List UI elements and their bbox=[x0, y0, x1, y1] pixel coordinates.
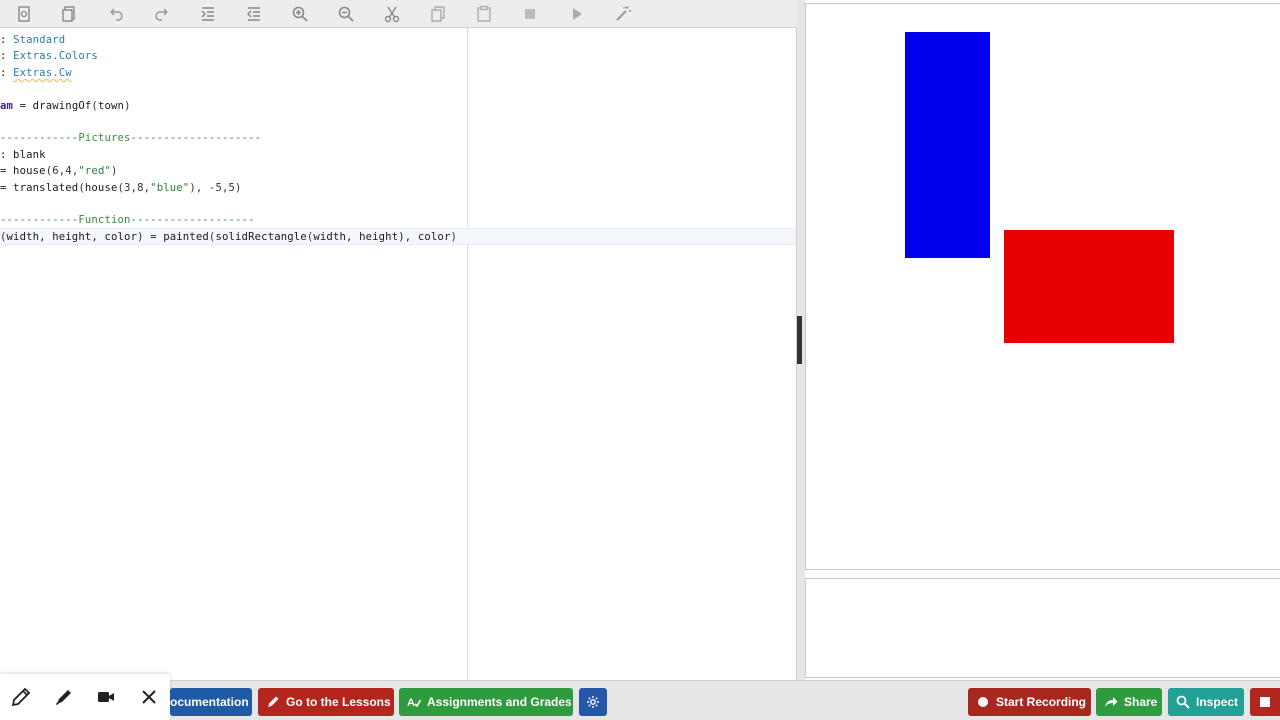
start-recording-label: Start Recording bbox=[996, 695, 1087, 709]
code-line: : Extras.Cw bbox=[0, 65, 72, 82]
code-editor[interactable]: : Standard: Extras.Colors: Extras.Cw am =… bbox=[0, 28, 797, 680]
video-camera-icon bbox=[98, 692, 115, 702]
code-token: ), -5,5) bbox=[189, 181, 242, 194]
grade-check-icon: A bbox=[407, 697, 421, 709]
code-token: solidRectangle bbox=[215, 230, 307, 243]
highlighter-icon bbox=[55, 690, 71, 705]
output-canvas bbox=[805, 3, 1280, 570]
stop-icon[interactable] bbox=[518, 3, 542, 25]
code-token: town bbox=[97, 99, 125, 112]
code-token: 6,4, bbox=[52, 165, 79, 178]
gear-icon bbox=[587, 696, 599, 708]
code-line: ------------Function------------------- bbox=[0, 212, 255, 229]
cut-icon[interactable] bbox=[380, 3, 404, 25]
code-token: ), color bbox=[398, 230, 451, 243]
camera-tool-button[interactable] bbox=[92, 683, 120, 711]
code-line: ------------Pictures-------------------- bbox=[0, 130, 261, 147]
code-token: = painted bbox=[143, 230, 209, 243]
red-rectangle bbox=[1004, 230, 1174, 343]
code-token: ) bbox=[450, 230, 458, 243]
indent-icon[interactable] bbox=[196, 3, 220, 25]
stop-square-icon bbox=[1260, 697, 1270, 707]
code-token: : blank bbox=[0, 148, 46, 161]
code-token: : bbox=[0, 66, 14, 79]
code-token: = drawingOf bbox=[13, 99, 92, 112]
outdent-icon[interactable] bbox=[242, 3, 266, 25]
zoom-in-icon[interactable] bbox=[288, 3, 312, 25]
copy-icon[interactable] bbox=[426, 3, 450, 25]
code-token: ------------Pictures-------------------- bbox=[0, 132, 262, 145]
go-to-lessons-button[interactable]: Go to the Lessons bbox=[258, 688, 394, 716]
code-token: = house bbox=[0, 165, 46, 178]
code-token: width, height, color bbox=[6, 230, 138, 243]
code-token: ) bbox=[124, 99, 131, 112]
pen-tool-button[interactable] bbox=[7, 683, 35, 711]
copy-file-icon[interactable] bbox=[57, 3, 81, 25]
resize-handle[interactable] bbox=[797, 316, 802, 364]
code-line: : Standard bbox=[0, 32, 65, 49]
code-token: Extras.Colors bbox=[13, 50, 98, 63]
zoom-out-icon[interactable] bbox=[334, 3, 358, 25]
close-icon bbox=[142, 690, 156, 704]
code-line: (width, height, color) = painted(solidRe… bbox=[0, 229, 457, 246]
blue-rectangle bbox=[905, 32, 990, 258]
annotation-toolbar bbox=[0, 674, 170, 720]
settings-button[interactable] bbox=[579, 688, 607, 716]
code-line: am = drawingOf(town) bbox=[0, 98, 131, 115]
go-to-lessons-label: Go to the Lessons bbox=[286, 695, 391, 709]
editor-toolbar bbox=[0, 0, 797, 28]
highlighter-tool-button[interactable] bbox=[50, 683, 78, 711]
new-file-icon[interactable] bbox=[12, 3, 36, 25]
svg-text:A: A bbox=[407, 697, 415, 709]
code-line: = translated(house(3,8,"blue"), -5,5) bbox=[0, 180, 242, 197]
assignments-and-grades-button[interactable]: A Assignments and Grades bbox=[399, 688, 573, 716]
share-button[interactable]: Share bbox=[1096, 688, 1162, 716]
redo-icon[interactable] bbox=[150, 3, 174, 25]
close-annotation-button[interactable] bbox=[135, 683, 163, 711]
code-token: width, height bbox=[313, 230, 399, 243]
print-margin bbox=[467, 28, 468, 680]
code-token: : bbox=[0, 34, 14, 46]
stop-button[interactable] bbox=[1250, 688, 1280, 716]
message-area bbox=[805, 578, 1280, 678]
undo-icon[interactable] bbox=[104, 3, 128, 25]
code-token: : bbox=[0, 50, 14, 63]
documentation-button[interactable]: ocumentation bbox=[170, 688, 252, 716]
code-token: ------------Function------------------- bbox=[0, 214, 255, 227]
pen-icon bbox=[12, 687, 31, 707]
start-recording-button[interactable]: Start Recording bbox=[968, 688, 1091, 716]
code-line: : blank bbox=[0, 147, 46, 164]
code-token: am bbox=[0, 99, 14, 112]
code-token: Standard bbox=[13, 34, 66, 46]
code-line: : Extras.Colors bbox=[0, 48, 98, 65]
share-arrow-icon bbox=[1105, 697, 1118, 707]
code-token: 3,8, bbox=[124, 181, 151, 194]
paste-icon[interactable] bbox=[472, 3, 496, 25]
magnifier-icon bbox=[1176, 695, 1190, 709]
code-line: = house(6,4,"red") bbox=[0, 163, 118, 180]
documentation-label: ocumentation bbox=[170, 695, 249, 709]
inspect-button[interactable]: Inspect bbox=[1168, 688, 1244, 716]
code-token: "blue" bbox=[150, 181, 190, 194]
code-token: = translated bbox=[0, 181, 79, 194]
pencil-icon bbox=[268, 696, 279, 707]
share-label: Share bbox=[1124, 695, 1158, 709]
inspect-label: Inspect bbox=[1196, 695, 1239, 709]
assignments-and-grades-label: Assignments and Grades bbox=[427, 695, 572, 709]
magic-wand-icon[interactable] bbox=[611, 3, 635, 25]
code-token: ) bbox=[111, 165, 118, 178]
code-token: house bbox=[84, 181, 118, 194]
code-token: "red" bbox=[78, 165, 111, 178]
record-dot-icon bbox=[978, 697, 988, 707]
code-token: Extras.Cw bbox=[13, 66, 72, 79]
run-icon[interactable] bbox=[565, 3, 589, 25]
